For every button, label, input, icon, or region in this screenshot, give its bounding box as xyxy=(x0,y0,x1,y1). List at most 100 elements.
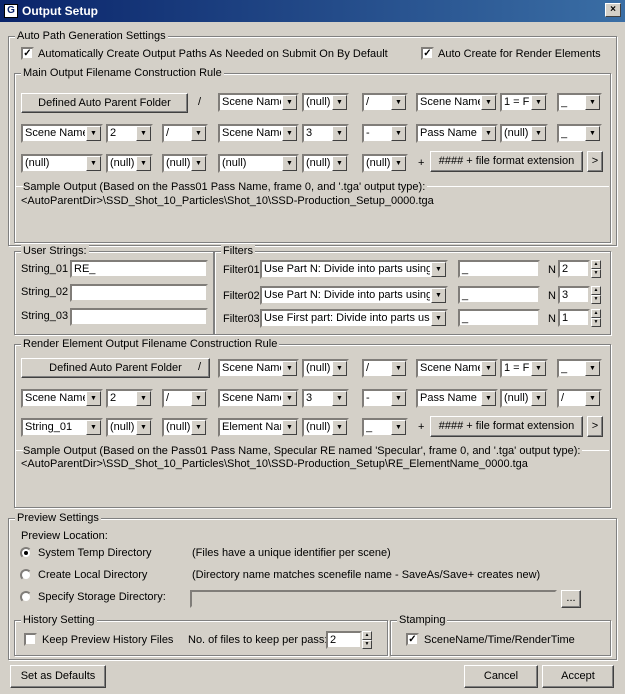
files-per-pass-input[interactable]: 2 xyxy=(326,631,362,649)
re-parent-folder-button[interactable]: Defined Auto Parent Folder xyxy=(21,358,210,378)
files-per-pass-label: No. of files to keep per pass: xyxy=(188,634,328,646)
main-r1-dropdown[interactable]: Scene Name ▼ xyxy=(416,93,498,112)
re-r3-dropdown[interactable]: Element Nam▼ xyxy=(218,418,299,437)
filter03-spinner[interactable]: ▲ ▼ xyxy=(591,309,601,327)
preview-settings-legend: Preview Settings xyxy=(15,512,101,524)
storage-directory-input[interactable] xyxy=(190,590,557,608)
main-r2-dropdown[interactable]: 3 ▼ xyxy=(302,124,349,143)
system-temp-radio[interactable] xyxy=(20,547,32,559)
main-r1-dropdown[interactable]: / ▼ xyxy=(362,93,408,112)
re-r3-dropdown[interactable]: _ ▼ xyxy=(362,418,408,437)
main-r3-dropdown[interactable]: (null) ▼ xyxy=(21,154,103,173)
main-r2-dropdown[interactable]: / ▼ xyxy=(162,124,208,143)
re-r2-dropdown[interactable]: (null) ▼ xyxy=(500,389,548,408)
re-r1-dropdown[interactable]: _ ▼ xyxy=(557,359,602,378)
main-r3-dropdown[interactable]: (null) ▼ xyxy=(106,154,153,173)
filters-legend: Filters xyxy=(221,245,255,257)
main-r2-dropdown[interactable]: - ▼ xyxy=(362,124,408,143)
re-r1-dropdown[interactable]: (null) ▼ xyxy=(302,359,349,378)
re-r3-dropdown[interactable]: (null) ▼ xyxy=(162,418,208,437)
main-r2-dropdown[interactable]: _ ▼ xyxy=(557,124,602,143)
main-r1-dropdown[interactable]: (null) ▼ xyxy=(302,93,349,112)
main-parent-folder-button[interactable]: Defined Auto Parent Folder xyxy=(21,93,188,113)
re-r2-dropdown[interactable]: 3 ▼ xyxy=(302,389,349,408)
specify-storage-radio[interactable] xyxy=(20,591,32,603)
close-button[interactable]: × xyxy=(605,3,621,17)
re-sample-label: Sample Output (Based on the Pass01 Pass … xyxy=(23,445,583,457)
main-r2-dropdown[interactable]: (null) ▼ xyxy=(500,124,548,143)
filter03-dropdown[interactable]: Use First part: Divide into parts usin ▼ xyxy=(260,309,448,328)
re-r1-dropdown[interactable]: 1 = Fi ▼ xyxy=(500,359,548,378)
browse-button[interactable]: ... xyxy=(561,590,581,608)
re-r2-dropdown[interactable]: Pass Name ▼ xyxy=(416,389,498,408)
files-per-pass-spinner[interactable]: ▲ ▼ xyxy=(362,631,372,649)
main-r3-dropdown[interactable]: (null) ▼ xyxy=(162,154,208,173)
re-r3-dropdown[interactable]: (null) ▼ xyxy=(106,418,153,437)
re-r2-dropdown[interactable]: Scene Name ▼ xyxy=(21,389,103,408)
filter01-dropdown[interactable]: Use Part N: Divide into parts using ▼ xyxy=(260,260,448,279)
re-r2-dropdown[interactable]: / ▼ xyxy=(162,389,208,408)
auto-create-paths-checkbox[interactable]: ✓ xyxy=(21,47,34,60)
filter02-token-input[interactable]: _ xyxy=(458,286,540,304)
re-r1-dropdown[interactable]: / ▼ xyxy=(362,359,408,378)
filter02-dropdown[interactable]: Use Part N: Divide into parts using ▼ xyxy=(260,286,448,305)
main-r1-dropdown[interactable]: _ ▼ xyxy=(557,93,602,112)
re-plus: + xyxy=(418,421,425,433)
accept-button[interactable]: Accept xyxy=(542,665,614,688)
auto-create-re-label: Auto Create for Render Elements xyxy=(438,48,601,60)
re-r2-dropdown[interactable]: / ▼ xyxy=(557,389,602,408)
filter03-token-input[interactable]: _ xyxy=(458,309,540,327)
main-r1-dropdown[interactable]: 1 = Fi ▼ xyxy=(500,93,548,112)
stamping-checkbox[interactable]: ✓ xyxy=(406,633,419,646)
create-local-radio[interactable] xyxy=(20,569,32,581)
string02-input[interactable] xyxy=(70,284,208,302)
main-ext-button[interactable]: #### + file format extension xyxy=(430,151,583,172)
main-more-button[interactable]: > xyxy=(587,151,603,172)
filter03-label: Filter03 xyxy=(223,313,260,325)
re-r3-dropdown[interactable]: String_01 ▼ xyxy=(21,418,103,437)
auto-path-legend: Auto Path Generation Settings xyxy=(15,30,168,42)
auto-create-re-checkbox[interactable]: ✓ xyxy=(421,47,434,60)
set-defaults-button[interactable]: Set as Defaults xyxy=(10,665,106,688)
filter01-spinner[interactable]: ▲ ▼ xyxy=(591,260,601,278)
filter02-spinner[interactable]: ▲ ▼ xyxy=(591,286,601,304)
re-r2-dropdown[interactable]: 2 ▼ xyxy=(106,389,153,408)
filter01-label: Filter01 xyxy=(223,264,260,276)
app-icon: G xyxy=(4,4,18,18)
main-r2-dropdown[interactable]: Scene Name ▼ xyxy=(21,124,103,143)
string03-label: String_03 xyxy=(21,310,69,322)
user-strings-legend: User Strings: xyxy=(21,245,89,257)
filter02-n-label: N xyxy=(548,290,556,302)
keep-history-checkbox[interactable] xyxy=(24,633,37,646)
string01-label: String_01 xyxy=(21,263,69,275)
main-r2-dropdown[interactable]: Pass Name ▼ xyxy=(416,124,498,143)
auto-create-paths-label: Automatically Create Output Paths As Nee… xyxy=(38,48,388,60)
cancel-button[interactable]: Cancel xyxy=(464,665,538,688)
string01-input[interactable]: RE_ xyxy=(70,260,208,278)
re-r3-dropdown[interactable]: (null) ▼ xyxy=(302,418,349,437)
re-r1-dropdown[interactable]: Scene Name ▼ xyxy=(218,359,299,378)
window-title: Output Setup xyxy=(22,4,98,18)
re-ext-button[interactable]: #### + file format extension xyxy=(430,416,583,437)
main-r1-dropdown[interactable]: Scene Name ▼ xyxy=(218,93,299,112)
string03-input[interactable] xyxy=(70,308,208,326)
main-r3-dropdown[interactable]: (null) ▼ xyxy=(362,154,408,173)
filter02-label: Filter02 xyxy=(223,290,260,302)
re-r2-dropdown[interactable]: Scene Name ▼ xyxy=(218,389,299,408)
main-r2-dropdown[interactable]: Scene Name ▼ xyxy=(218,124,299,143)
filter01-token-input[interactable]: _ xyxy=(458,260,540,278)
main-r3-dropdown[interactable]: (null) ▼ xyxy=(218,154,299,173)
re-r1-dropdown[interactable]: Scene Name ▼ xyxy=(416,359,498,378)
system-temp-label: System Temp Directory xyxy=(38,547,152,559)
filter02-n-input[interactable]: 3 xyxy=(558,286,590,304)
main-r2-dropdown[interactable]: 2 ▼ xyxy=(106,124,153,143)
filter03-n-input[interactable]: 1 xyxy=(558,309,590,327)
re-sample-output: <AutoParentDir>\SSD_Shot_10_Particles\Sh… xyxy=(21,458,528,470)
main-r3-dropdown[interactable]: (null) ▼ xyxy=(302,154,349,173)
string02-label: String_02 xyxy=(21,286,69,298)
re-more-button[interactable]: > xyxy=(587,416,603,437)
system-temp-desc: (Files have a unique identifier per scen… xyxy=(192,547,391,559)
re-r2-dropdown[interactable]: - ▼ xyxy=(362,389,408,408)
filter01-n-input[interactable]: 2 xyxy=(558,260,590,278)
keep-history-label: Keep Preview History Files xyxy=(42,634,174,646)
